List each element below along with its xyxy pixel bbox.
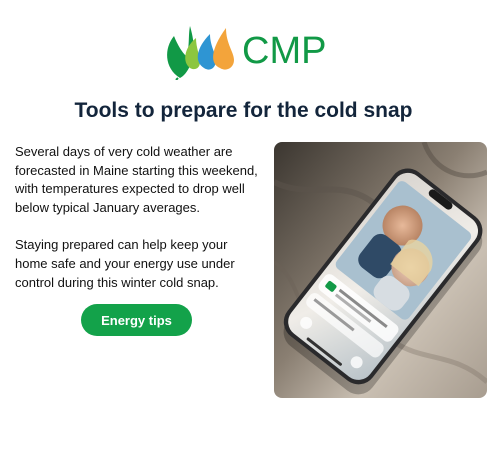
cmp-logo[interactable]: CMP <box>160 18 350 80</box>
page-title: Tools to prepare for the cold snap <box>74 99 413 122</box>
cmp-leaf-logo-icon <box>167 26 234 80</box>
energy-tips-button[interactable]: Energy tips <box>81 304 192 336</box>
brand-name: CMP <box>242 30 327 72</box>
body-text: Several days of very cold weather are fo… <box>15 143 260 292</box>
paragraph-prepared: Staying prepared can help keep your home… <box>15 237 235 290</box>
phone-photo[interactable] <box>274 142 487 398</box>
phone-photo-image <box>274 142 487 398</box>
paragraph-intro: Several days of very cold weather are fo… <box>15 144 258 215</box>
